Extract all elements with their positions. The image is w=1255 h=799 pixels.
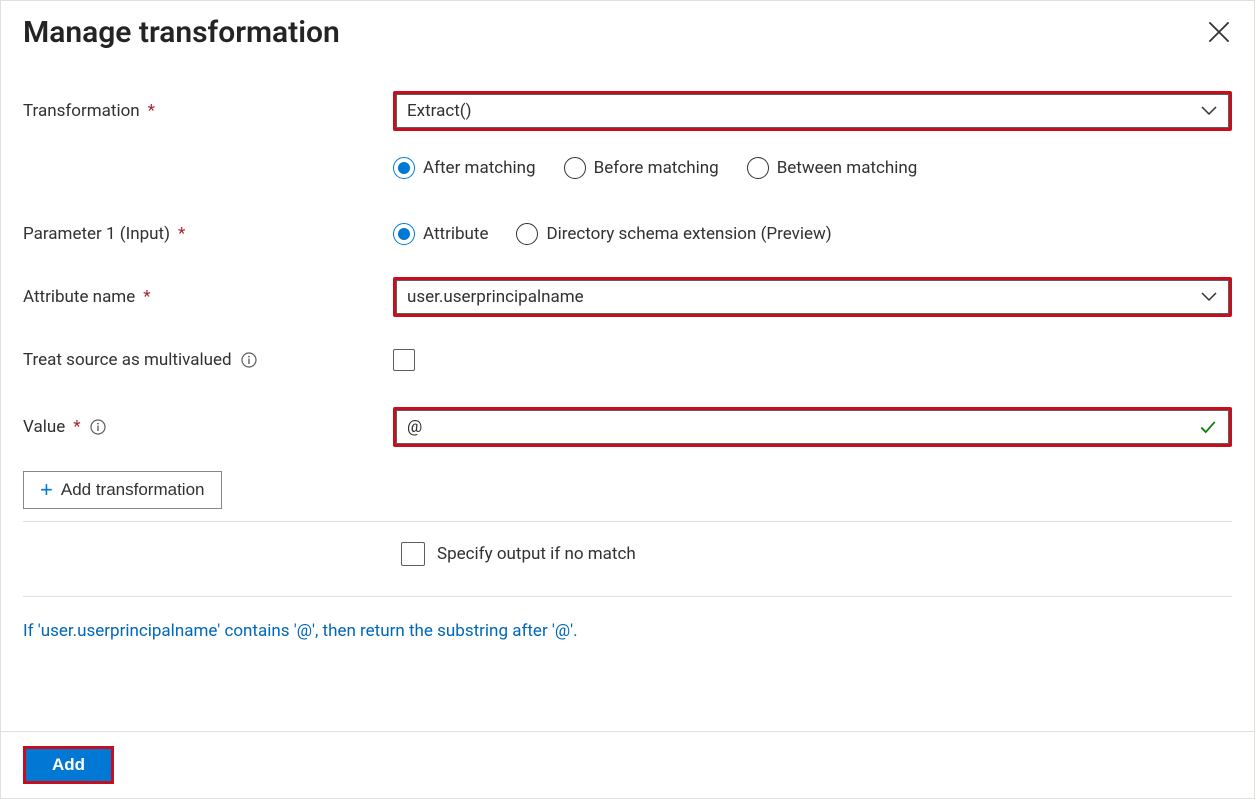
required-indicator: * xyxy=(148,101,155,121)
add-transformation-label: Add transformation xyxy=(61,480,205,500)
chevron-down-icon xyxy=(1200,102,1218,120)
radio-label: Before matching xyxy=(594,158,719,178)
attribute-name-label: Attribute name xyxy=(23,287,135,307)
required-indicator: * xyxy=(178,224,185,244)
parameter1-radio-group: Attribute Directory schema extension (Pr… xyxy=(393,223,832,245)
value-label: Value xyxy=(23,417,65,437)
required-indicator: * xyxy=(143,287,150,307)
transformation-preview-text: If 'user.userprincipalname' contains '@'… xyxy=(23,621,1232,641)
specify-output-label: Specify output if no match xyxy=(437,544,636,564)
required-indicator: * xyxy=(73,417,80,437)
radio-label: After matching xyxy=(423,158,536,178)
transformation-dropdown[interactable]: Extract() xyxy=(393,91,1232,131)
radio-after-matching[interactable]: After matching xyxy=(393,157,536,179)
value-input[interactable]: @ xyxy=(393,407,1232,447)
matching-radio-group: After matching Before matching Between m… xyxy=(393,157,917,179)
attribute-name-value: user.userprincipalname xyxy=(407,287,1200,307)
radio-attribute[interactable]: Attribute xyxy=(393,223,488,245)
radio-between-matching[interactable]: Between matching xyxy=(747,157,918,179)
info-icon[interactable] xyxy=(89,418,107,436)
specify-output-checkbox[interactable] xyxy=(401,542,425,566)
plus-icon: + xyxy=(40,479,53,501)
transformation-label: Transformation xyxy=(23,101,140,121)
divider xyxy=(23,521,1232,522)
radio-label: Between matching xyxy=(777,158,918,178)
radio-label: Attribute xyxy=(423,224,488,244)
radio-before-matching[interactable]: Before matching xyxy=(564,157,719,179)
close-icon[interactable] xyxy=(1208,21,1230,43)
multivalued-label: Treat source as multivalued xyxy=(23,350,232,370)
check-icon xyxy=(1198,417,1218,437)
multivalued-checkbox[interactable] xyxy=(393,349,415,371)
radio-label: Directory schema extension (Preview) xyxy=(546,224,831,244)
value-text: @ xyxy=(407,417,1198,437)
transformation-value: Extract() xyxy=(407,101,1200,121)
divider xyxy=(23,596,1232,597)
info-icon[interactable] xyxy=(240,351,258,369)
attribute-name-dropdown[interactable]: user.userprincipalname xyxy=(393,277,1232,317)
parameter1-label: Parameter 1 (Input) xyxy=(23,224,170,244)
chevron-down-icon xyxy=(1200,288,1218,306)
page-title: Manage transformation xyxy=(23,15,340,51)
add-button[interactable]: Add xyxy=(26,749,111,781)
add-transformation-button[interactable]: + Add transformation xyxy=(23,471,222,509)
radio-directory-schema-extension[interactable]: Directory schema extension (Preview) xyxy=(516,223,831,245)
